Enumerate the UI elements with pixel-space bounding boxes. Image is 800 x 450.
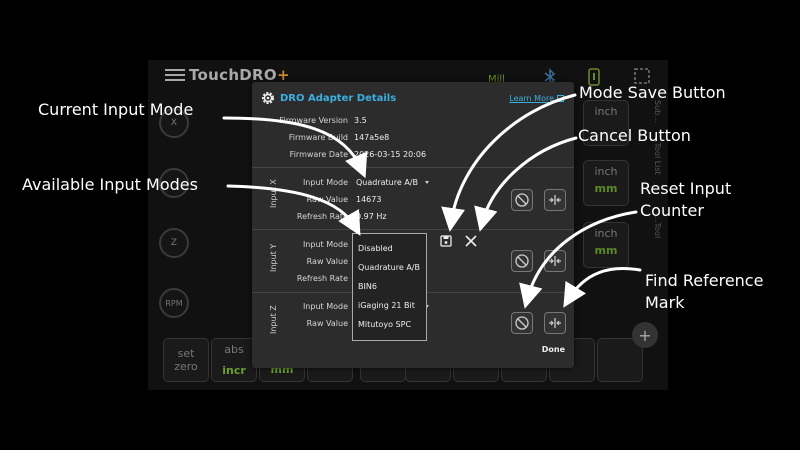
arrow-reset-input-counter bbox=[519, 210, 638, 309]
arrow-cancel-button bbox=[474, 136, 578, 232]
arrow-find-reference-mark bbox=[563, 267, 642, 308]
annotation-arrows bbox=[222, 93, 642, 309]
arrow-mode-save-button bbox=[441, 93, 577, 232]
arrow-current-input-mode bbox=[222, 116, 368, 179]
arrow-available-input-modes bbox=[226, 184, 361, 236]
